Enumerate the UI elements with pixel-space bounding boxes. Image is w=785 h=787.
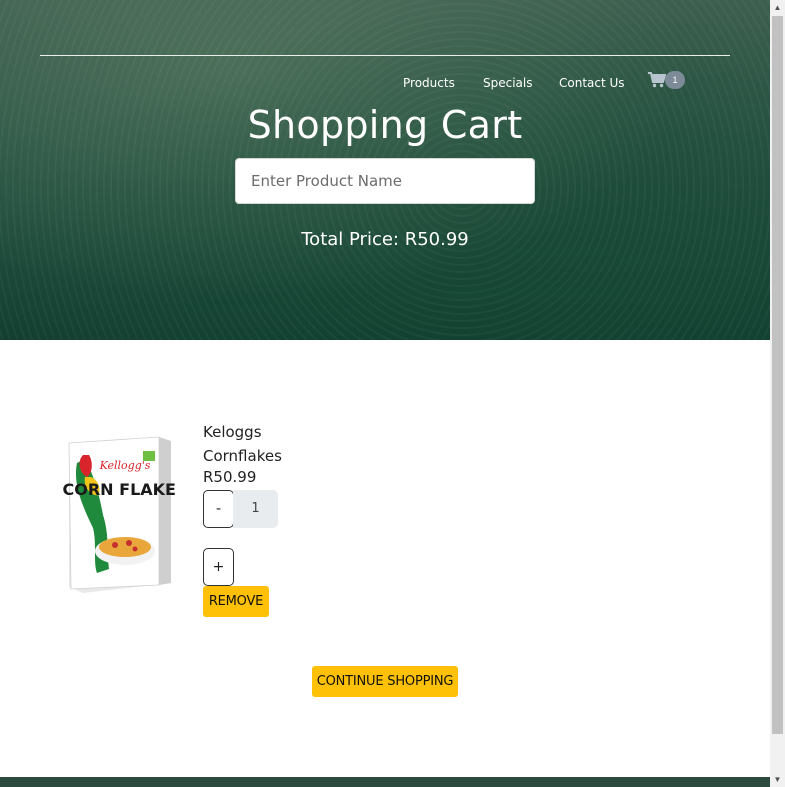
cart-button[interactable]: 1 [648, 70, 688, 94]
scroll-down-arrow-icon[interactable]: ▼ [770, 772, 785, 787]
decrease-quantity-button[interactable]: - [203, 490, 234, 528]
product-image: Kellogg's CORN FLAKES [63, 436, 175, 593]
cart-count-badge: 1 [665, 71, 685, 89]
product-search-input[interactable] [235, 158, 535, 204]
product-price: R50.99 [203, 468, 257, 486]
hero-banner: Products Specials Contact Us 1 Shopping … [0, 0, 770, 340]
vertical-scrollbar[interactable]: ▲ ▼ [770, 0, 785, 787]
scrollbar-thumb[interactable] [772, 16, 783, 734]
footer [0, 777, 770, 787]
scroll-up-arrow-icon[interactable]: ▲ [770, 0, 785, 15]
nav-specials-link[interactable]: Specials [483, 76, 533, 90]
quantity-field[interactable]: 1 [233, 490, 278, 528]
nav-contact-link[interactable]: Contact Us [559, 76, 625, 90]
total-price: Total Price: R50.99 [301, 229, 469, 250]
page-title: Shopping Cart [247, 103, 523, 147]
cart-icon [648, 72, 666, 88]
product-image-name: CORN FLAKES [63, 480, 175, 499]
increase-quantity-button[interactable]: + [203, 548, 234, 586]
remove-item-button[interactable]: REMOVE [203, 586, 269, 617]
continue-shopping-button[interactable]: CONTINUE SHOPPING [312, 666, 458, 697]
header-divider [40, 55, 730, 56]
product-name: Keloggs Cornflakes [203, 423, 282, 465]
product-image-brand: Kellogg's [99, 459, 151, 472]
nav-products-link[interactable]: Products [403, 76, 455, 90]
